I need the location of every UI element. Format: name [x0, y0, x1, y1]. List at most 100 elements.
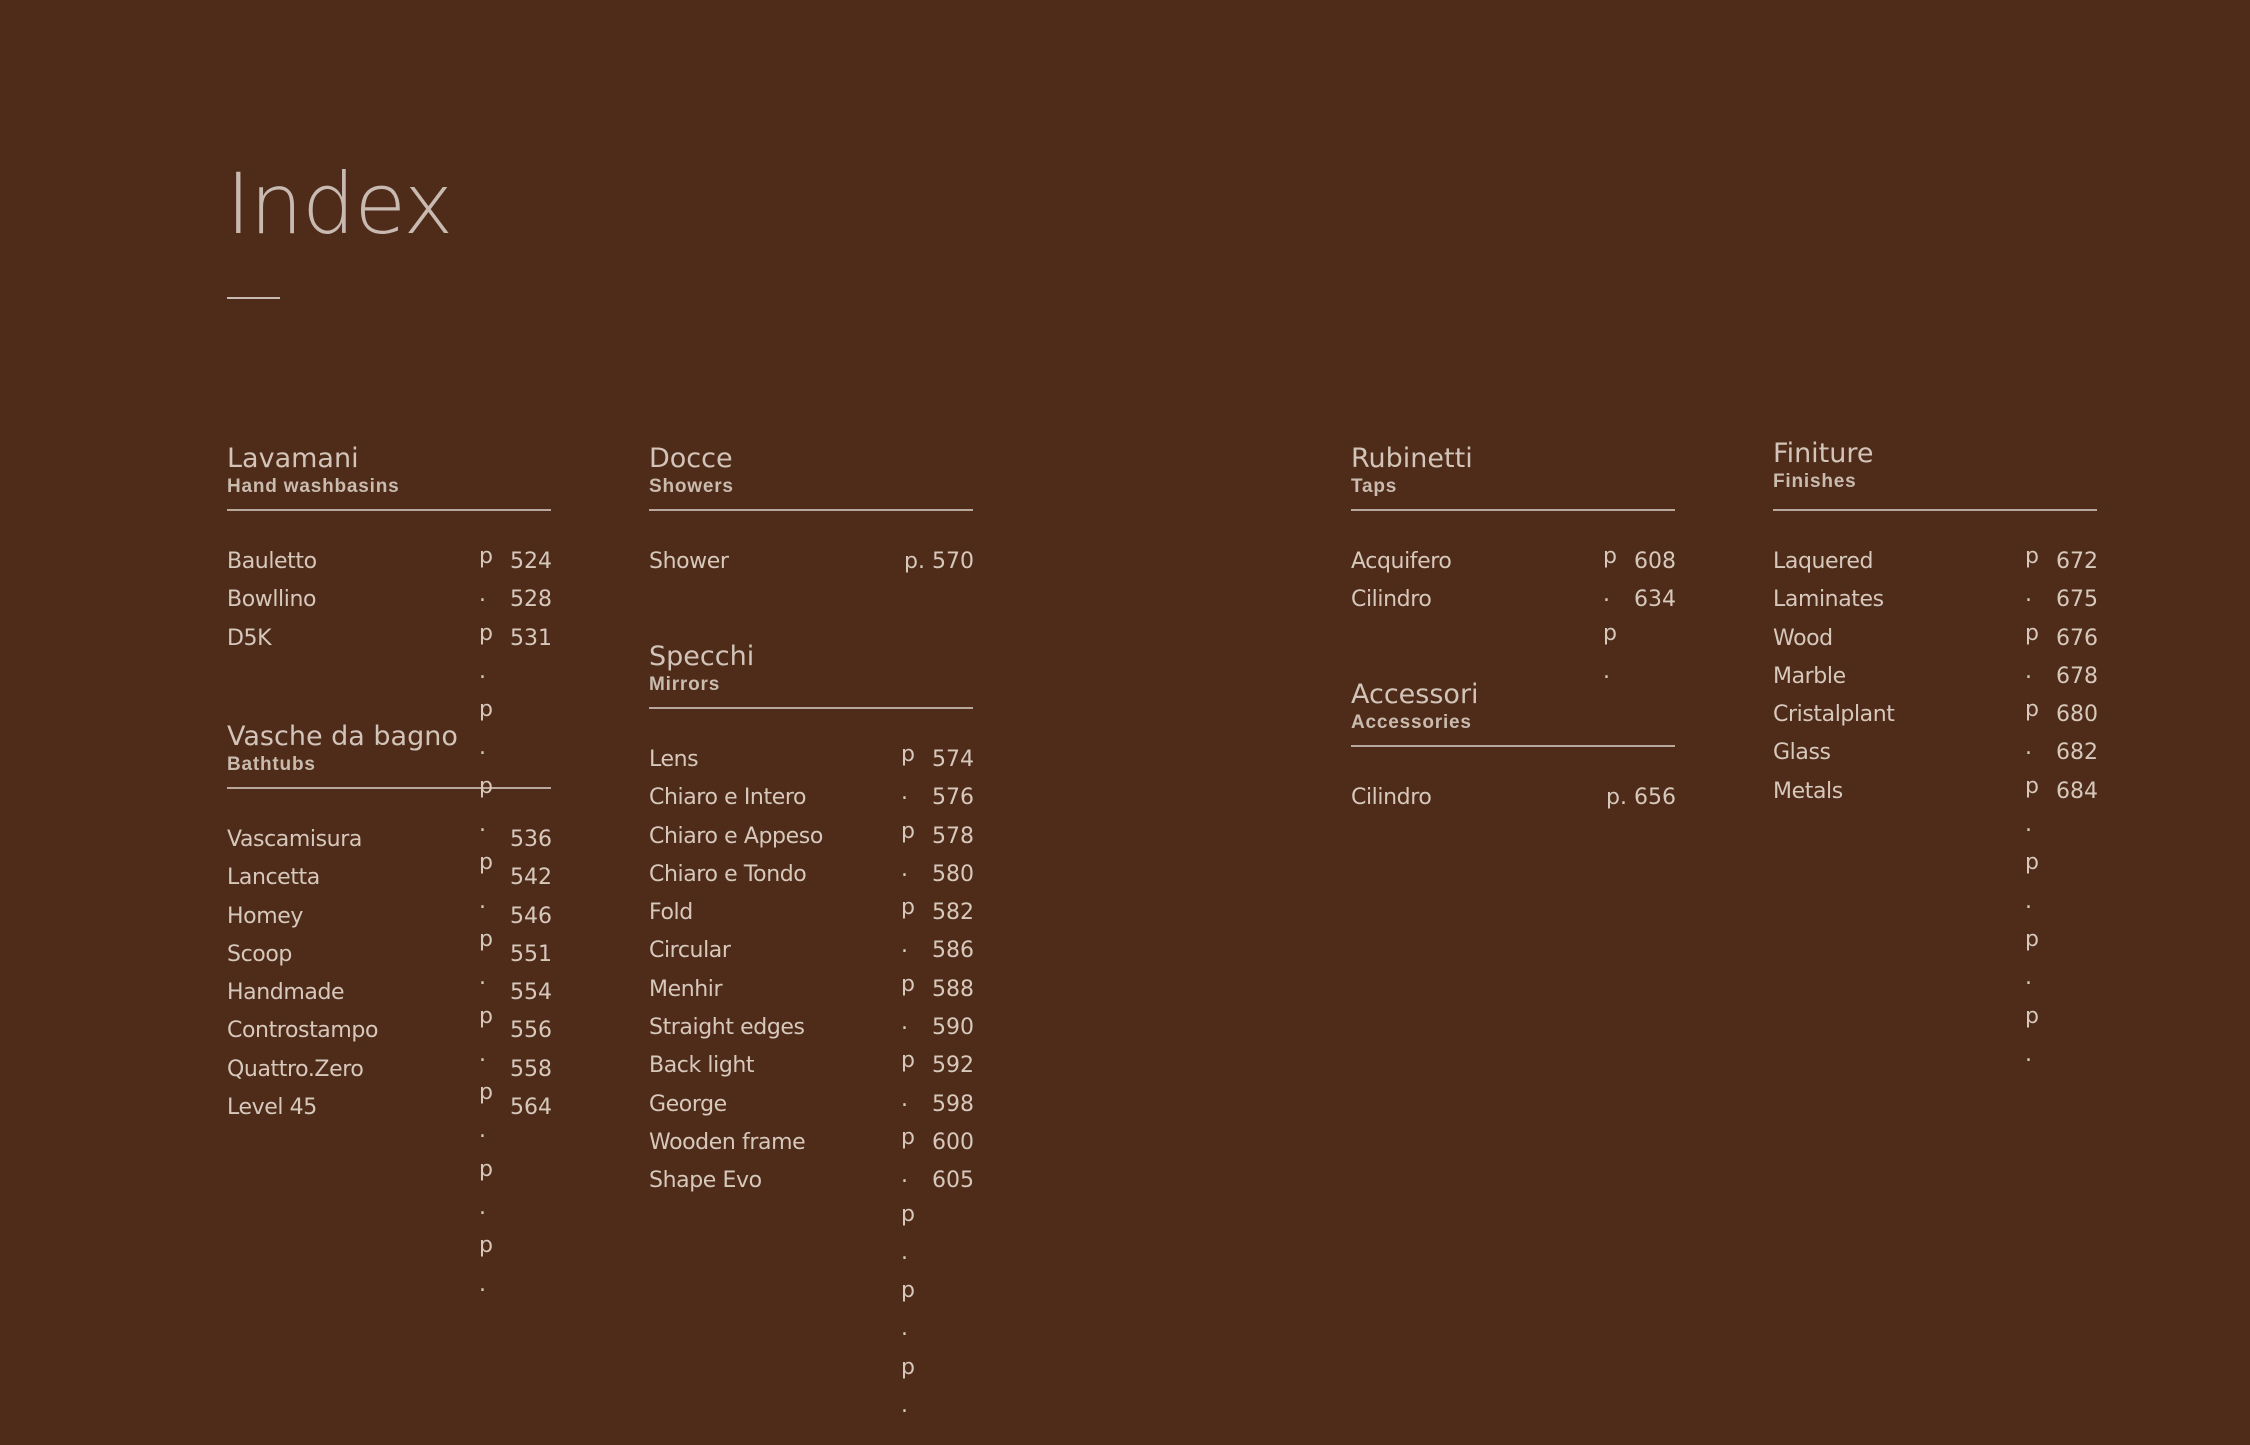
page-p-marker: p: [479, 697, 493, 723]
section-subtitle: Accessories: [1351, 712, 1472, 733]
page-p-marker: p: [479, 773, 493, 799]
index-entry: Menhir 588: [649, 971, 979, 1009]
section-divider: [227, 509, 551, 511]
section-divider: [1773, 509, 2097, 511]
page-p-marker: p: [901, 1124, 915, 1150]
page-p-marker: p: [479, 620, 493, 646]
page-dot-marker: .: [2025, 888, 2032, 914]
index-entry: Fold 582: [649, 894, 979, 932]
page-marker-column: p. p. p. p. p. p. p. p. p. p.: [479, 538, 499, 1304]
entry-label: Fold: [649, 900, 693, 926]
page-p-marker: p: [1603, 620, 1617, 646]
page-dot-marker: .: [2025, 735, 2032, 761]
page-dot-marker: .: [479, 658, 486, 684]
page-p-marker: p: [2025, 926, 2039, 952]
section-lavamani: Lavamani Hand washbasins Bauletto 524 Bowl…: [227, 443, 557, 658]
section-subtitle: Finishes: [1773, 471, 1857, 492]
page-p-marker: p: [479, 544, 493, 569]
section-divider: [227, 787, 551, 789]
page-p-marker: p: [901, 1354, 915, 1380]
entry-label: Vascamisura: [227, 827, 362, 852]
page-p-marker: p: [479, 1003, 493, 1029]
entry-label: Scoop: [227, 941, 292, 967]
index-entry: Handmade 554: [227, 974, 557, 1012]
entry-label: Cristalplant: [1773, 702, 1895, 728]
section-divider: [1351, 745, 1675, 747]
entry-label: Menhir: [649, 976, 723, 1002]
page-dot-marker: .: [1603, 582, 1610, 608]
page-p-marker: p: [479, 1156, 493, 1182]
page-dot-marker: .: [479, 582, 486, 608]
entry-label: Chiaro e Intero: [649, 785, 807, 811]
index-entry: George 598: [649, 1086, 979, 1124]
index-entry: Vascamisura 536: [227, 821, 557, 859]
page-p-marker: p: [479, 926, 493, 952]
section-finiture: Finiture Finishes Laquered 672 Laminates 67…: [1773, 438, 2103, 811]
section-title: Finiture: [1773, 438, 1874, 469]
page-p-marker: p: [901, 742, 915, 767]
index-entry: Bauletto 524: [227, 543, 557, 581]
section-title: Specchi: [649, 641, 755, 672]
page-dot-marker: .: [2025, 658, 2032, 684]
entry-list: Shower p. 570: [649, 543, 979, 581]
page-p-marker: p: [901, 895, 915, 921]
entry-label: Cilindro: [1351, 587, 1432, 613]
index-entry: Laminates 675: [1773, 581, 2103, 619]
page-dot-marker: .: [479, 735, 486, 761]
entry-label: Wooden frame: [649, 1129, 806, 1155]
page-dot-marker: .: [479, 888, 486, 914]
index-entry: Straight edges 590: [649, 1009, 979, 1047]
index-entry: Cilindro 634: [1351, 581, 1681, 619]
entry-label: Glass: [1773, 740, 1831, 766]
section-docce: Docce Showers Shower p. 570: [649, 443, 979, 581]
section-title: Accessori: [1351, 679, 1479, 710]
entry-label: Marble: [1773, 663, 1846, 689]
page-dot-marker: .: [901, 1239, 908, 1265]
section-subtitle: Taps: [1351, 476, 1398, 497]
index-entry: Lancetta 542: [227, 859, 557, 897]
index-entry: Marble 678: [1773, 658, 2103, 696]
section-subtitle: Showers: [649, 476, 734, 497]
entry-label: Chiaro e Tondo: [649, 861, 807, 887]
page-dot-marker: .: [901, 1086, 908, 1112]
entry-label: Metals: [1773, 778, 1843, 804]
index-entry: Metals 684: [1773, 773, 2103, 811]
index-entry: Chiaro e Appeso 578: [649, 818, 979, 856]
entry-label: Acquifero: [1351, 549, 1452, 574]
entry-label: Wood: [1773, 625, 1833, 651]
entry-label: Lancetta: [227, 865, 320, 891]
page-dot-marker: .: [901, 1316, 908, 1342]
page-dot-marker: .: [2025, 1041, 2032, 1067]
page-dot-marker: .: [901, 856, 908, 882]
entry-label: Shape Evo: [649, 1168, 762, 1194]
page-dot-marker: .: [901, 1393, 908, 1419]
section-subtitle: Hand washbasins: [227, 476, 400, 497]
index-entry: Quattro.Zero 558: [227, 1051, 557, 1089]
index-entry: Cristalplant 680: [1773, 696, 2103, 734]
index-entry: Glass 682: [1773, 734, 2103, 772]
page-p-marker: p: [2025, 544, 2039, 569]
page-p-marker: p: [479, 1233, 493, 1259]
entry-page-number: p. 570: [904, 549, 974, 574]
page-dot-marker: .: [479, 812, 486, 838]
section-vasche-da-bagno: Vasche da bagno Bathtubs Vascamisura 536 L…: [227, 721, 557, 1127]
entry-list: Vascamisura 536 Lancetta 542 Homey 546 Scoop 55…: [227, 821, 557, 1127]
entry-label: Homey: [227, 903, 303, 929]
page-dot-marker: .: [901, 1010, 908, 1036]
index-entry: Back light 592: [649, 1047, 979, 1085]
page-dot-marker: .: [479, 1041, 486, 1067]
index-entry: Shower p. 570: [649, 543, 979, 581]
section-divider: [649, 707, 973, 709]
entry-list: Bauletto 524 Bowllino 528 D5K 531: [227, 543, 557, 658]
page-p-marker: p: [2025, 620, 2039, 646]
section-title: Lavamani: [227, 443, 359, 474]
index-entry: Lens 574: [649, 741, 979, 779]
page-dot-marker: .: [479, 1118, 486, 1144]
page-p-marker: p: [2025, 773, 2039, 799]
page-p-marker: p: [479, 1080, 493, 1106]
section-accessori: Accessori Accessories Cilindro p. 656: [1351, 679, 1681, 817]
page-p-marker: p: [1603, 544, 1617, 569]
index-entry: Wooden frame 600: [649, 1124, 979, 1162]
page-p-marker: p: [479, 850, 493, 876]
page-p-marker: p: [901, 1278, 915, 1304]
